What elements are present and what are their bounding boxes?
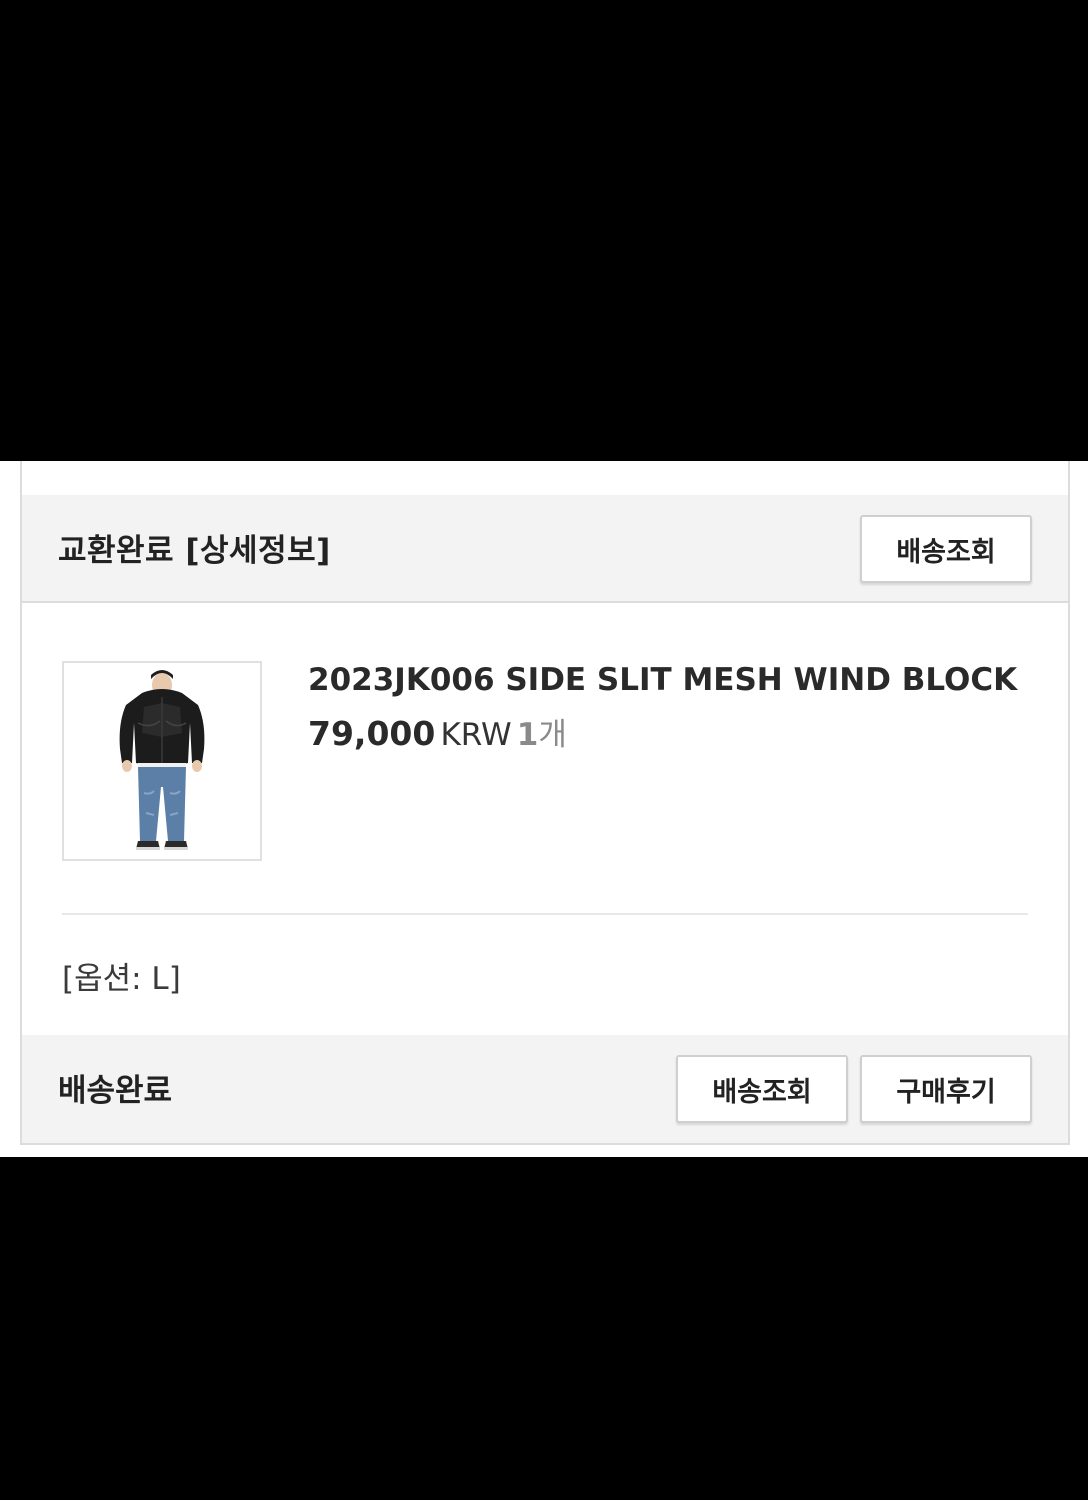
- track-delivery-button[interactable]: 배송조회: [860, 515, 1032, 583]
- delivery-status-title: 배송완료: [58, 1073, 173, 1109]
- product-price: 79,000: [308, 714, 436, 753]
- order-content: 교환완료 [상세정보] 배송조회 2023JK006 SIDE SLIT MES…: [0, 461, 1088, 1157]
- quantity-unit: 개: [538, 717, 567, 753]
- screen: 교환완료 [상세정보] 배송조회 2023JK006 SIDE SLIT MES…: [0, 0, 1088, 1500]
- divider: [62, 913, 1028, 915]
- price-line: 79,000 KRW 1개: [308, 709, 567, 754]
- track-delivery-button[interactable]: 배송조회: [676, 1055, 848, 1123]
- previous-card-edge: [20, 461, 1070, 495]
- product-name[interactable]: 2023JK006 SIDE SLIT MESH WIND BLOCK: [308, 662, 1017, 698]
- quantity: 1: [516, 717, 539, 753]
- currency: KRW: [440, 717, 512, 753]
- order-footer: 배송완료 배송조회 구매후기: [22, 1035, 1068, 1143]
- write-review-button[interactable]: 구매후기: [860, 1055, 1032, 1123]
- order-header: 교환완료 [상세정보] 배송조회: [22, 495, 1068, 603]
- product-option: [옵션: L]: [62, 961, 181, 997]
- product-thumbnail[interactable]: [62, 661, 262, 861]
- exchange-status-title[interactable]: 교환완료 [상세정보]: [58, 525, 331, 570]
- jacket-model-photo-icon: [119, 670, 205, 850]
- order-card: 교환완료 [상세정보] 배송조회 2023JK006 SIDE SLIT MES…: [20, 495, 1070, 1145]
